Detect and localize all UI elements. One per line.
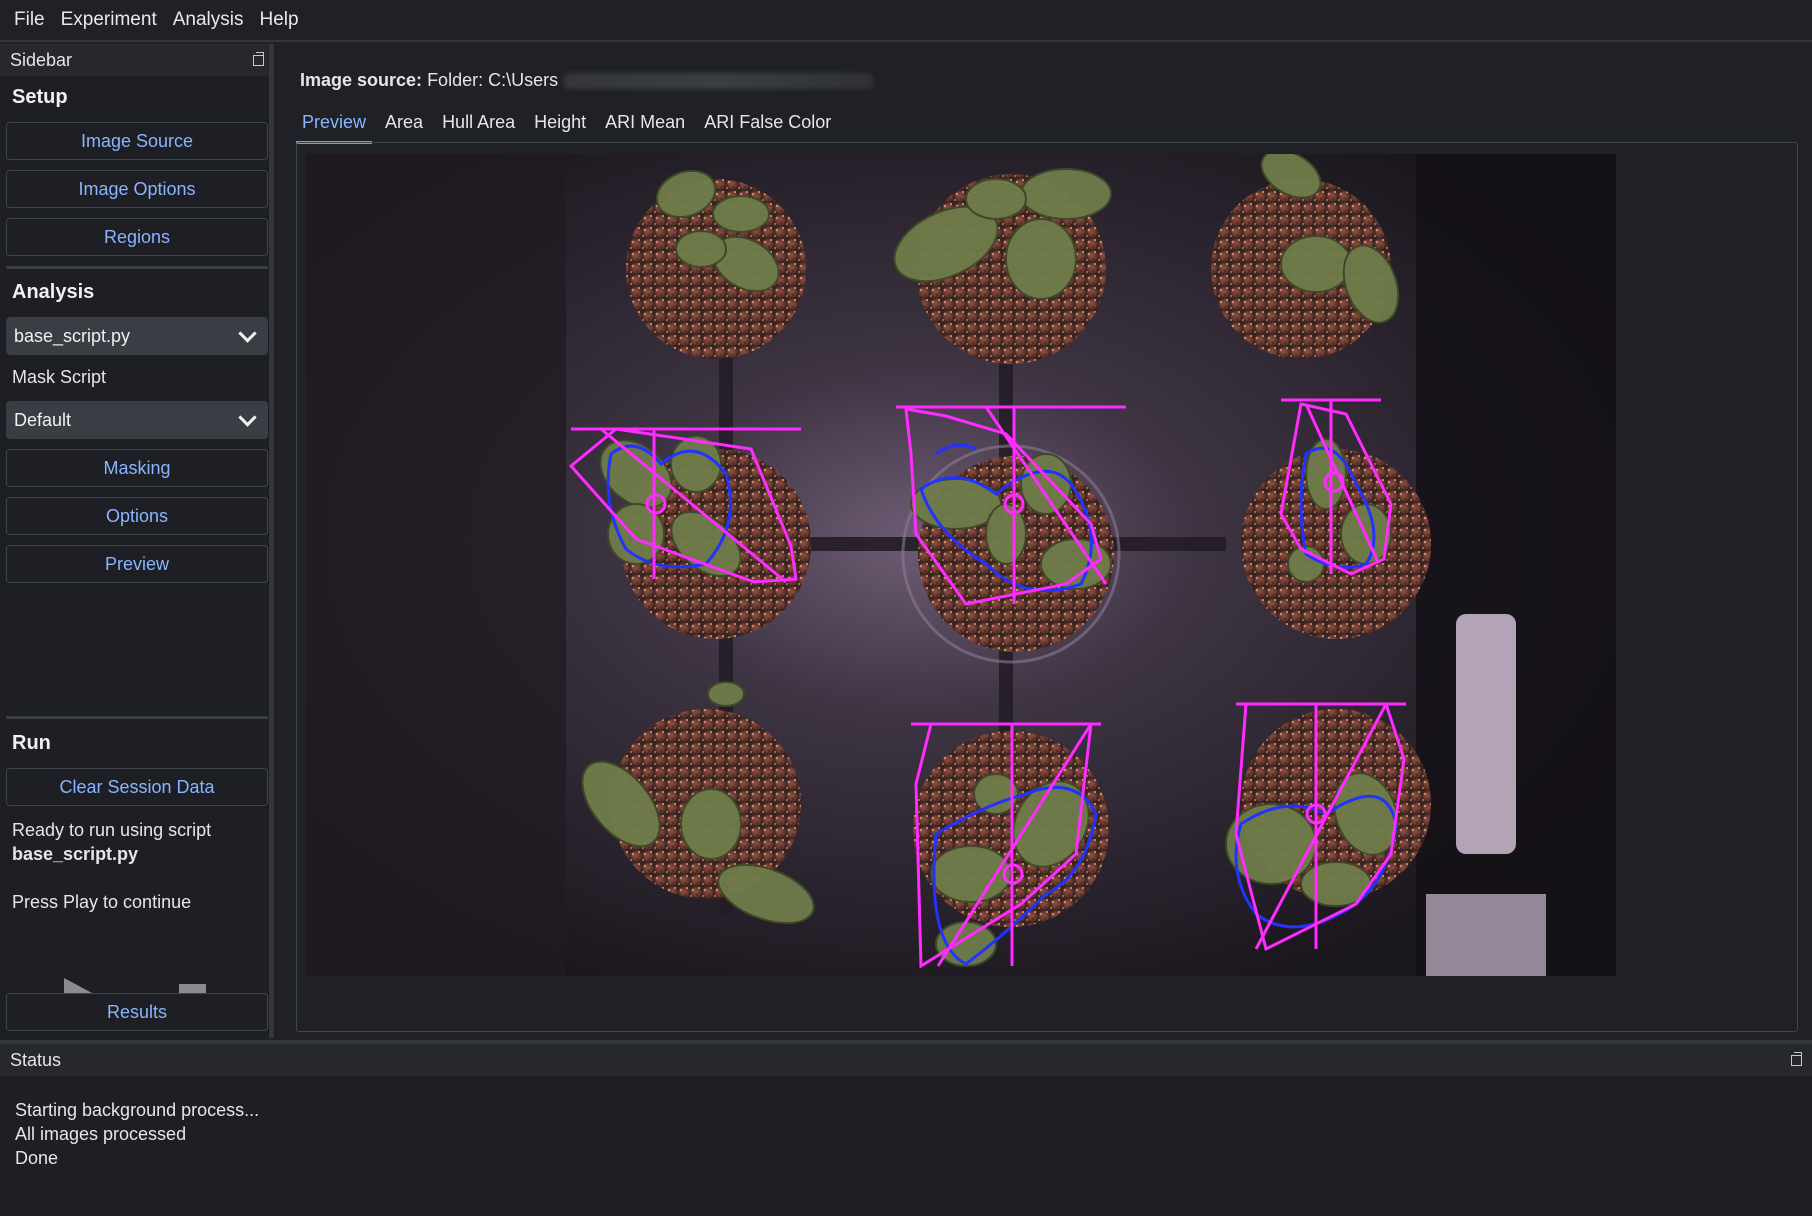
tab-hull-area[interactable]: Hull Area xyxy=(436,108,521,144)
section-divider xyxy=(6,266,268,269)
press-play-text: Press Play to continue xyxy=(12,892,192,912)
status-title: Status xyxy=(10,1049,62,1070)
results-button[interactable]: Results xyxy=(6,993,268,1031)
chevron-down-icon xyxy=(238,407,257,427)
menu-bar: File Experiment Analysis Help xyxy=(0,0,1812,42)
menu-file[interactable]: File xyxy=(6,9,53,31)
image-source-info: Image source: Folder: C:\Users xyxy=(300,70,874,91)
section-divider xyxy=(6,716,268,719)
status-dock: Status Starting background process... Al… xyxy=(0,1040,1812,1216)
tab-preview[interactable]: Preview xyxy=(296,108,373,144)
image-source-label: Image source: xyxy=(300,70,423,90)
float-dock-icon[interactable] xyxy=(253,51,264,66)
tab-height[interactable]: Height xyxy=(528,108,592,144)
menu-experiment[interactable]: Experiment xyxy=(53,9,165,31)
masking-button[interactable]: Masking xyxy=(6,449,268,487)
sidebar-title-bar: Sidebar xyxy=(0,44,274,76)
run-heading: Run xyxy=(12,732,51,754)
tab-ari-mean[interactable]: ARI Mean xyxy=(599,108,691,144)
clear-session-data-button[interactable]: Clear Session Data xyxy=(6,768,268,806)
chevron-down-icon xyxy=(238,323,257,343)
blurred-path xyxy=(563,73,874,90)
ready-text: Ready to run using script xyxy=(12,820,212,840)
image-options-button[interactable]: Image Options xyxy=(6,170,268,208)
sidebar-dock: Sidebar Setup Image Source Image Options… xyxy=(0,44,274,1038)
main-area: Image source: Folder: C:\Users Preview A… xyxy=(280,44,1812,1038)
image-source-button[interactable]: Image Source xyxy=(6,122,268,160)
float-dock-icon[interactable] xyxy=(1791,1051,1802,1066)
analysis-heading: Analysis xyxy=(12,281,95,303)
mask-script-select[interactable]: Default xyxy=(6,401,268,439)
analysis-script-value: base_script.py xyxy=(14,325,131,346)
analysis-script-select[interactable]: base_script.py xyxy=(6,317,268,355)
regions-button[interactable]: Regions xyxy=(6,218,268,256)
status-line: Starting background process... xyxy=(15,1100,260,1120)
status-line: All images processed xyxy=(15,1124,187,1144)
script-name-text: base_script.py xyxy=(12,844,139,864)
menu-analysis[interactable]: Analysis xyxy=(165,9,252,31)
image-source-value: Folder: C:\Users xyxy=(427,70,559,90)
sidebar-title: Sidebar xyxy=(10,49,73,70)
sidebar-splitter[interactable] xyxy=(269,44,274,1038)
tab-bar: Preview Area Hull Area Height ARI Mean A… xyxy=(296,108,844,144)
tab-area[interactable]: Area xyxy=(379,108,429,144)
mask-script-value: Default xyxy=(14,409,72,430)
status-log: Starting background process... All image… xyxy=(15,1098,259,1170)
menu-help[interactable]: Help xyxy=(251,9,306,31)
preview-image xyxy=(306,154,1616,976)
tab-ari-false-color[interactable]: ARI False Color xyxy=(698,108,837,144)
preview-button[interactable]: Preview xyxy=(6,545,268,583)
options-button[interactable]: Options xyxy=(6,497,268,535)
setup-heading: Setup xyxy=(12,86,68,108)
mask-script-label: Mask Script xyxy=(12,367,107,387)
status-title-bar: Status xyxy=(0,1044,1812,1076)
status-line: Done xyxy=(15,1148,59,1168)
